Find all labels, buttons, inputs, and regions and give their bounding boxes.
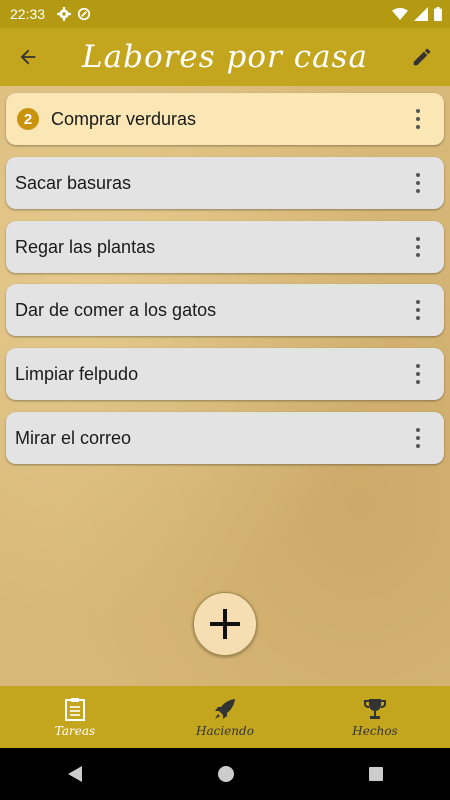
arrow-back-icon (20, 49, 36, 65)
system-recents-icon[interactable] (368, 766, 384, 782)
nav-tareas[interactable]: Tareas (0, 686, 150, 748)
signal-icon (414, 7, 428, 21)
nav-label: Tareas (54, 723, 96, 738)
battery-icon (434, 7, 442, 21)
task-item[interactable]: Sacar basuras (6, 157, 444, 209)
back-button[interactable] (0, 28, 56, 86)
nav-label: Haciendo (196, 723, 254, 738)
more-options-button[interactable] (408, 173, 428, 193)
more-options-button[interactable] (408, 300, 428, 320)
nav-hechos[interactable]: Hechos (300, 686, 450, 748)
nav-haciendo[interactable]: Haciendo (150, 686, 300, 748)
task-label: Mirar el correo (15, 427, 132, 448)
app-bar: Labores por casa (0, 28, 450, 86)
trophy-icon (364, 698, 386, 719)
more-options-button[interactable] (408, 428, 428, 448)
more-options-button[interactable] (408, 109, 428, 129)
page-title: Labores por casa (82, 39, 368, 75)
edit-button[interactable] (394, 28, 450, 86)
plus-icon (210, 609, 240, 639)
task-label: Regar las plantas (15, 236, 156, 257)
data-saver-icon (77, 7, 91, 21)
task-label: Limpiar felpudo (15, 363, 139, 384)
task-item[interactable]: Regar las plantas (6, 221, 444, 273)
priority-badge: 2 (17, 108, 39, 130)
system-back-icon[interactable] (66, 765, 84, 783)
task-item[interactable]: Dar de comer a los gatos (6, 284, 444, 336)
task-item[interactable]: Mirar el correo (6, 412, 444, 464)
task-label: Dar de comer a los gatos (15, 299, 217, 320)
nav-label: Hechos (352, 723, 398, 738)
rocket-icon (215, 698, 235, 719)
settings-icon (57, 7, 72, 21)
system-navigation-bar (0, 748, 450, 800)
task-label: Sacar basuras (15, 172, 132, 193)
wifi-icon (392, 8, 408, 20)
task-item[interactable]: Limpiar felpudo (6, 348, 444, 400)
add-task-button[interactable] (193, 592, 257, 656)
system-home-icon[interactable] (217, 765, 235, 783)
more-options-button[interactable] (408, 364, 428, 384)
task-label: Comprar verduras (51, 108, 197, 129)
status-time: 22:33 (10, 6, 46, 22)
pencil-icon (413, 48, 431, 66)
bottom-navigation: Tareas Haciendo Hechos (0, 686, 450, 748)
status-bar: 22:33 (0, 0, 450, 28)
more-options-button[interactable] (408, 237, 428, 257)
clipboard-icon (65, 697, 85, 721)
task-item[interactable]: 2 Comprar verduras (6, 93, 444, 145)
